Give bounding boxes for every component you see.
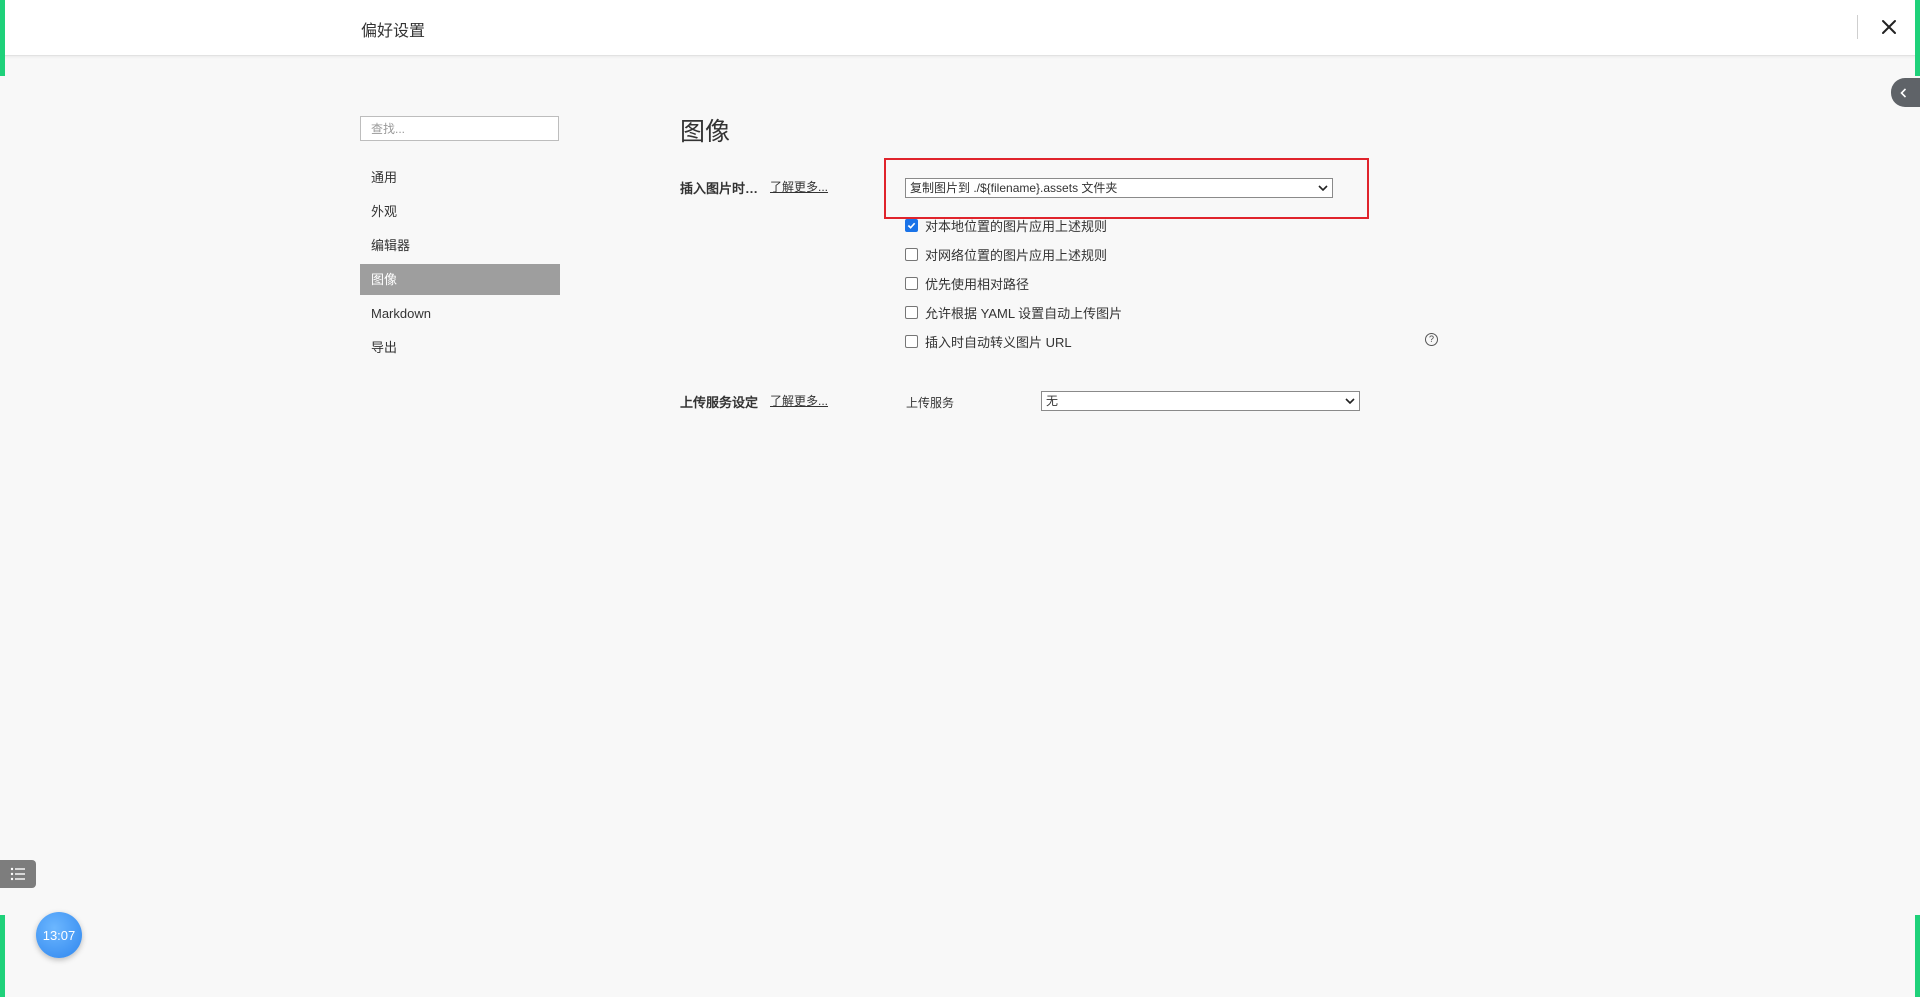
option-yaml-upload[interactable]: 允许根据 YAML 设置自动上传图片	[905, 303, 1122, 321]
title-divider	[1857, 15, 1858, 39]
checkbox[interactable]	[905, 305, 918, 319]
insert-learn-more-link[interactable]: 了解更多...	[770, 178, 828, 195]
outline-toggle-button[interactable]	[0, 860, 36, 888]
insert-image-action-select[interactable]: 复制图片到 ./${filename}.assets 文件夹	[905, 178, 1333, 198]
list-icon	[10, 867, 25, 881]
settings-nav: 通用 外观 编辑器 图像 Markdown 导出	[360, 162, 560, 366]
option-escape-url[interactable]: 插入时自动转义图片 URL	[905, 332, 1072, 350]
chevron-down-icon	[1318, 185, 1328, 191]
chevron-left-icon	[1900, 87, 1907, 98]
sidebar-item-image[interactable]: 图像	[360, 264, 560, 295]
sidebar-toggle-button[interactable]	[1891, 78, 1920, 107]
floating-clock-widget[interactable]: 13:07	[36, 912, 82, 958]
upload-learn-more-link[interactable]: 了解更多...	[770, 392, 828, 409]
option-label: 对网络位置的图片应用上述规则	[925, 247, 1108, 263]
upload-service-section-label: 上传服务设定	[680, 395, 759, 410]
checkmark-icon	[907, 222, 916, 229]
help-icon[interactable]: ?	[1425, 333, 1438, 346]
sidebar-item-general[interactable]: 通用	[360, 162, 560, 193]
close-button[interactable]	[1874, 12, 1904, 42]
edge-accent-top-left	[0, 0, 5, 76]
option-label: 允许根据 YAML 设置自动上传图片	[925, 305, 1123, 321]
option-label: 对本地位置的图片应用上述规则	[925, 218, 1108, 234]
option-label: 优先使用相对路径	[925, 276, 1030, 292]
upload-service-value: 无	[1046, 394, 1059, 408]
edge-accent-top-right	[1915, 0, 1920, 76]
page-title: 图像	[680, 118, 731, 146]
option-relative-path[interactable]: 优先使用相对路径	[905, 274, 1029, 292]
upload-service-select[interactable]: 无	[1041, 391, 1360, 411]
checkbox[interactable]	[905, 247, 918, 261]
insert-image-action-value: 复制图片到 ./${filename}.assets 文件夹	[910, 181, 1118, 195]
sidebar-item-export[interactable]: 导出	[360, 332, 560, 363]
checkbox[interactable]	[905, 334, 918, 348]
upload-service-label: 上传服务	[906, 396, 955, 410]
option-label: 插入时自动转义图片 URL	[925, 334, 1072, 350]
sidebar-item-editor[interactable]: 编辑器	[360, 230, 560, 261]
edge-accent-bottom-left	[0, 915, 5, 997]
clock-time: 13:07	[42, 927, 76, 943]
checkbox-checked[interactable]	[905, 218, 918, 232]
chevron-down-icon	[1345, 398, 1355, 404]
insert-image-label: 插入图片时…	[680, 181, 759, 196]
sidebar-item-appearance[interactable]: 外观	[360, 196, 560, 227]
close-icon	[1882, 20, 1896, 34]
option-network-images[interactable]: 对网络位置的图片应用上述规则	[905, 245, 1107, 263]
window-title: 偏好设置	[361, 23, 426, 40]
checkbox[interactable]	[905, 276, 918, 290]
title-bar: 偏好设置	[0, 0, 1920, 56]
search-input[interactable]	[360, 116, 559, 141]
edge-accent-bottom-right	[1915, 915, 1920, 997]
option-local-images[interactable]: 对本地位置的图片应用上述规则	[905, 216, 1107, 234]
sidebar-item-markdown[interactable]: Markdown	[360, 298, 560, 329]
